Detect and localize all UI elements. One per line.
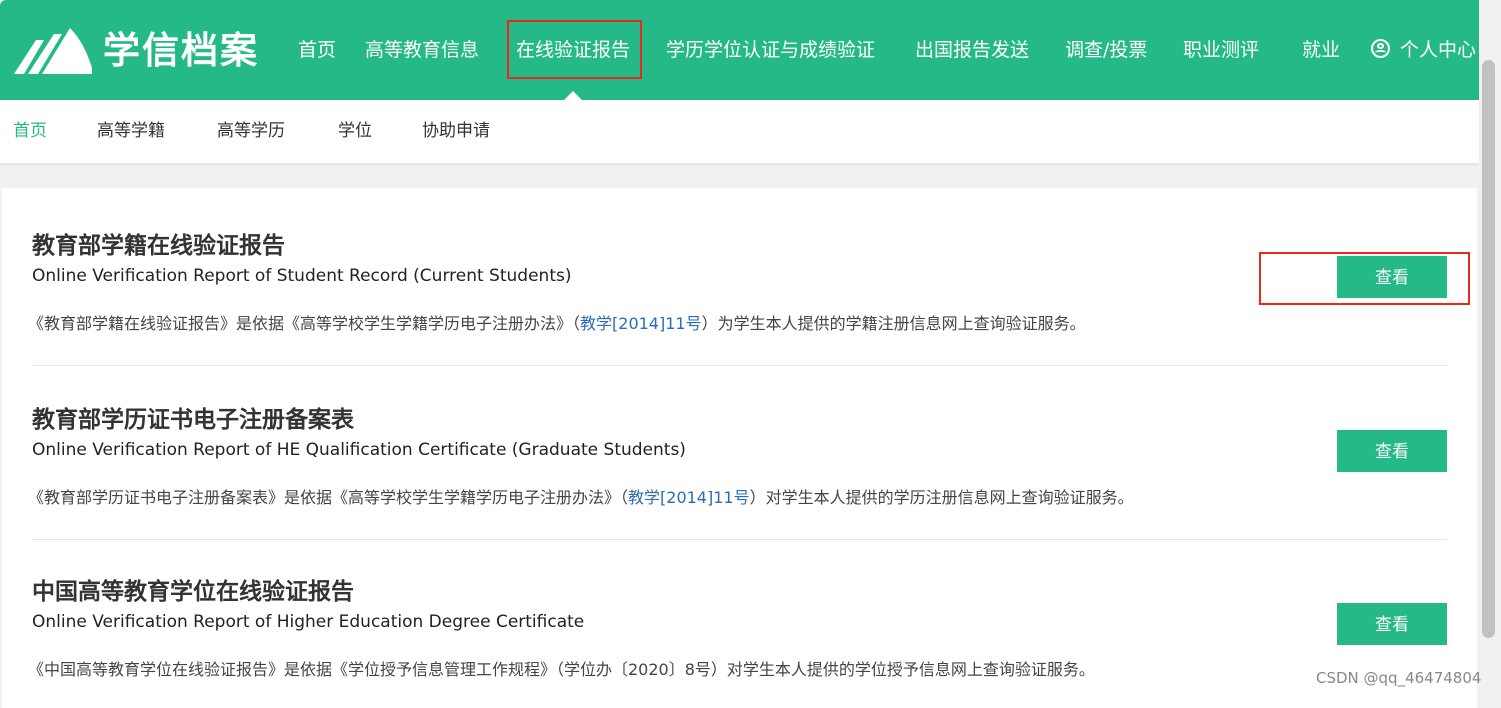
regulation-link[interactable]: 教学[2014]11号 xyxy=(580,314,702,333)
report-desc-text-end: ）为学生本人提供的学籍注册信息网上查询验证服务。 xyxy=(701,314,1086,333)
regulation-link[interactable]: 教学[2014]11号 xyxy=(628,488,750,507)
report-desc-text: 《教育部学历证书电子注册备案表》是依据《高等学校学生学籍学历电子注册办法》（ xyxy=(28,488,629,507)
nav-survey-vote[interactable]: 调查/投票 xyxy=(1065,0,1147,100)
top-nav-bar: 学信档案 首页 高等教育信息 在线验证报告 学历学位认证与成绩验证 出国报告发送… xyxy=(0,0,1479,100)
scrollbar-thumb[interactable] xyxy=(1482,60,1495,638)
nav-overseas-report[interactable]: 出国报告发送 xyxy=(915,0,1029,100)
divider xyxy=(32,365,1447,366)
nav-employment[interactable]: 就业 xyxy=(1302,0,1340,100)
brand-name[interactable]: 学信档案 xyxy=(103,28,259,74)
divider xyxy=(32,539,1447,540)
report-english-title: Online Verification Report of Higher Edu… xyxy=(32,612,585,632)
nav-degree-certification[interactable]: 学历学位认证与成绩验证 xyxy=(666,0,875,100)
nav-home[interactable]: 首页 xyxy=(298,0,336,100)
watermark: CSDN @qq_46474804 xyxy=(1316,669,1482,687)
subnav-qualification[interactable]: 高等学历 xyxy=(217,100,285,163)
sub-nav-bar: 首页 高等学籍 高等学历 学位 协助申请 xyxy=(0,100,1479,163)
report-desc-text-end: ）对学生本人提供的学历注册信息网上查询验证服务。 xyxy=(749,488,1134,507)
xuexin-logo-icon[interactable] xyxy=(14,28,92,74)
report-description: 《教育部学历证书电子注册备案表》是依据《高等学校学生学籍学历电子注册办法》（教学… xyxy=(28,484,1134,508)
nav-higher-education-info[interactable]: 高等教育信息 xyxy=(365,0,479,100)
report-item-student-record: 教育部学籍在线验证报告 Online Verification Report o… xyxy=(28,226,1447,336)
nav-online-verification-report[interactable]: 在线验证报告 xyxy=(516,0,630,100)
subnav-home[interactable]: 首页 xyxy=(13,100,47,163)
report-title: 中国高等教育学位在线验证报告 xyxy=(32,579,354,605)
view-button-degree[interactable]: 查看 xyxy=(1337,603,1447,645)
report-title: 教育部学历证书电子注册备案表 xyxy=(32,407,354,433)
subnav-degree[interactable]: 学位 xyxy=(338,100,372,163)
report-desc-text: 《教育部学籍在线验证报告》是依据《高等学校学生学籍学历电子注册办法》（ xyxy=(28,314,581,333)
report-title: 教育部学籍在线验证报告 xyxy=(32,233,285,259)
report-desc-text: 《中国高等教育学位在线验证报告》是依据《学位授予信息管理工作规程》（学位办〔20… xyxy=(28,660,1095,679)
subnav-student-record[interactable]: 高等学籍 xyxy=(97,100,165,163)
view-button-qualification[interactable]: 查看 xyxy=(1337,430,1447,472)
report-list-card: 教育部学籍在线验证报告 Online Verification Report o… xyxy=(2,188,1477,708)
personal-center-label: 个人中心 xyxy=(1400,39,1477,61)
report-english-title: Online Verification Report of Student Re… xyxy=(32,266,572,286)
report-english-title: Online Verification Report of HE Qualifi… xyxy=(32,440,686,460)
nav-career-assessment[interactable]: 职业测评 xyxy=(1183,0,1259,100)
nav-personal-center[interactable]: 个人中心 xyxy=(1371,0,1476,100)
subnav-assist-application[interactable]: 协助申请 xyxy=(422,100,490,163)
user-circle-icon xyxy=(1371,39,1390,58)
report-item-qualification: 教育部学历证书电子注册备案表 Online Verification Repor… xyxy=(28,400,1447,510)
report-item-degree: 中国高等教育学位在线验证报告 Online Verification Repor… xyxy=(28,572,1447,682)
report-description: 《教育部学籍在线验证报告》是依据《高等学校学生学籍学历电子注册办法》（教学[20… xyxy=(28,310,1086,334)
view-button-student-record[interactable]: 查看 xyxy=(1337,256,1447,298)
report-description: 《中国高等教育学位在线验证报告》是依据《学位授予信息管理工作规程》（学位办〔20… xyxy=(28,656,1095,680)
